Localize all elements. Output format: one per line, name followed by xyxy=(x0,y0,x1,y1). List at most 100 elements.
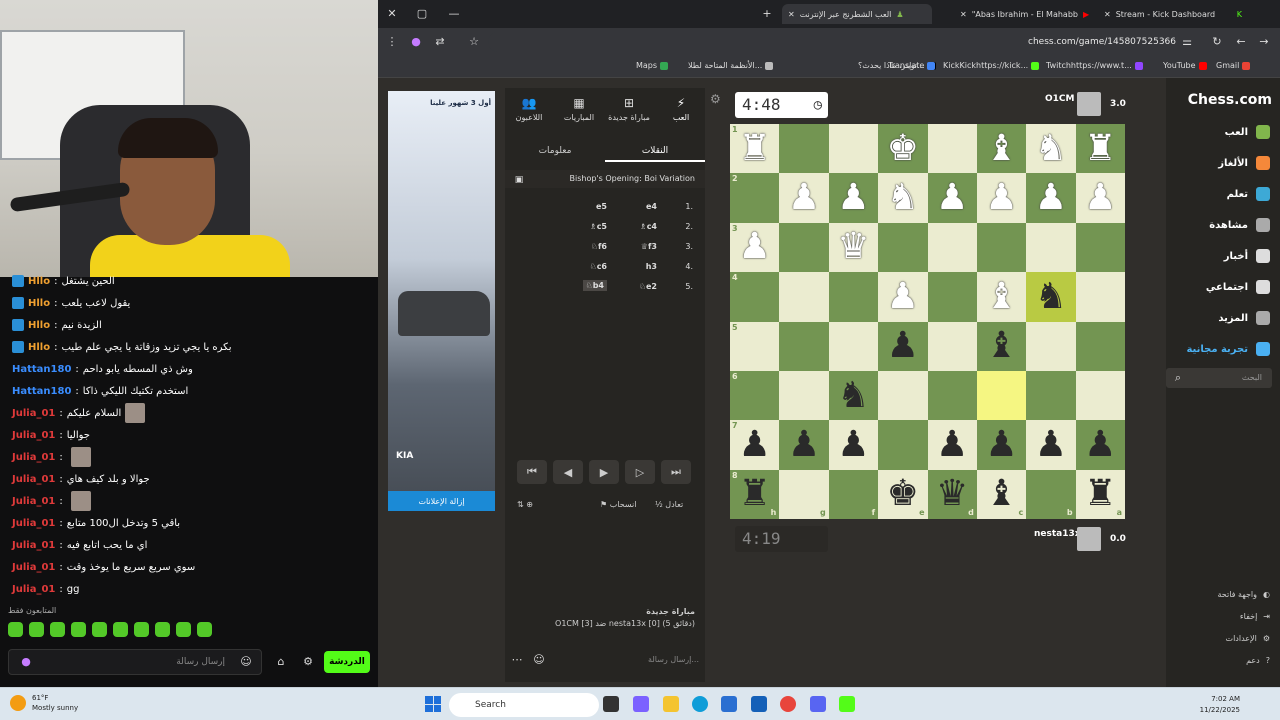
board-square[interactable]: ♞ xyxy=(1026,272,1076,322)
black-knight-icon[interactable]: ♞ xyxy=(837,377,869,414)
more-icon[interactable]: ⋯ xyxy=(511,654,523,666)
next-move-button[interactable]: ▷ xyxy=(625,460,655,484)
edge-icon[interactable] xyxy=(692,696,708,712)
black-pawn-icon[interactable]: ♟ xyxy=(739,426,771,463)
white-rook-icon[interactable]: ♜ xyxy=(739,130,771,167)
white-move[interactable]: e4 xyxy=(646,202,657,211)
board-square[interactable]: ♟ xyxy=(976,173,1027,223)
nav-item[interactable]: المزيد xyxy=(1218,311,1270,325)
board-square[interactable]: ♟ 3 xyxy=(730,222,780,273)
extension-icon[interactable]: ● xyxy=(410,36,422,48)
emoji-icon[interactable]: ☺ xyxy=(240,656,252,668)
white-pawn-icon[interactable]: ♟ xyxy=(788,180,820,216)
board-square[interactable] xyxy=(828,321,879,371)
board-square[interactable]: ♟ 7 xyxy=(730,420,780,470)
board-square[interactable]: ♟ xyxy=(878,272,928,322)
board-square[interactable] xyxy=(976,222,1027,273)
board-square[interactable]: ♚ e xyxy=(878,469,928,519)
share-icon[interactable]: ⇄ xyxy=(434,36,446,48)
white-move[interactable]: ♗c4 xyxy=(640,222,657,231)
board-square[interactable]: 5 xyxy=(730,321,780,371)
chat-username[interactable]: Julia_01 xyxy=(12,452,55,463)
board-square[interactable]: ♟ xyxy=(1075,420,1125,470)
close-icon[interactable]: ✕ xyxy=(386,8,398,20)
board-square[interactable] xyxy=(878,420,928,470)
tab-chess[interactable]: ✕ العب الشطرنج عبر الإنترنت ♟ xyxy=(782,4,932,24)
board-square[interactable]: ♜ 8 h xyxy=(730,469,780,519)
emote-icon[interactable] xyxy=(50,622,65,637)
back-icon[interactable]: ← xyxy=(1235,36,1247,48)
discord-icon[interactable] xyxy=(810,696,826,712)
taskbar-search[interactable]: Search xyxy=(449,693,599,717)
first-move-button[interactable]: ⏮ xyxy=(517,460,547,484)
nav-item[interactable]: الألغاز xyxy=(1218,156,1270,170)
emote-icon[interactable] xyxy=(29,622,44,637)
chat-username[interactable]: Julia_01 xyxy=(12,430,55,441)
chat-username[interactable]: Julia_01 xyxy=(12,408,55,419)
white-bishop-icon[interactable]: ♝ xyxy=(985,130,1017,167)
store-icon[interactable] xyxy=(721,696,737,712)
new-tab-icon[interactable]: + xyxy=(761,8,773,20)
board-square[interactable]: ♞ xyxy=(1026,124,1076,174)
board-square[interactable] xyxy=(779,272,829,322)
draw-button[interactable]: ½ تعادل xyxy=(655,500,683,509)
emote-icon[interactable] xyxy=(197,622,212,637)
resign-button[interactable]: ⚑ انسحاب xyxy=(600,500,636,509)
nav-item[interactable]: تعلم xyxy=(1227,187,1270,201)
board-square[interactable]: ♝ xyxy=(976,272,1027,322)
board-square[interactable] xyxy=(1075,272,1125,322)
board-square[interactable] xyxy=(927,272,977,322)
chat-username[interactable]: Julia_01 xyxy=(12,474,55,485)
board-square[interactable]: ♟ xyxy=(828,173,879,223)
nav-item[interactable]: أخبار xyxy=(1224,249,1270,263)
board-square[interactable]: g xyxy=(779,469,829,519)
bookmark-item[interactable]: Twitchhttps://www.t... xyxy=(1046,61,1143,70)
black-pawn-icon[interactable]: ♟ xyxy=(837,426,869,463)
board-square[interactable] xyxy=(1026,321,1076,371)
emote-icon[interactable] xyxy=(176,622,191,637)
board-square[interactable] xyxy=(927,222,977,273)
bottom-player-name[interactable]: nesta13x xyxy=(1034,529,1081,539)
chat-username[interactable]: Julia_01 xyxy=(12,562,55,573)
maximize-icon[interactable]: ▢ xyxy=(416,8,428,20)
store-icon[interactable]: ⌂ xyxy=(275,656,287,668)
system-clock[interactable]: 7:02 AM 11/22/2025 xyxy=(1200,694,1240,716)
board-square[interactable]: ♟ xyxy=(1026,173,1076,223)
chat-username[interactable]: Hllo xyxy=(28,276,50,287)
board-square[interactable] xyxy=(779,370,829,421)
board-square[interactable]: 2 xyxy=(730,173,780,223)
board-square[interactable]: ♟ xyxy=(1075,173,1125,223)
board-square[interactable] xyxy=(1075,222,1125,273)
black-pawn-icon[interactable]: ♟ xyxy=(788,426,820,463)
bookmark-item[interactable]: KickKickhttps://kick... xyxy=(943,61,1040,70)
black-pawn-icon[interactable]: ♟ xyxy=(887,328,919,364)
white-knight-icon[interactable]: ♞ xyxy=(1035,130,1067,167)
reload-icon[interactable]: ↻ xyxy=(1211,36,1223,48)
black-move[interactable]: e5 xyxy=(596,202,607,211)
chat-username[interactable]: Hllo xyxy=(28,298,50,309)
board-square[interactable] xyxy=(1026,370,1076,421)
forward-icon[interactable]: → xyxy=(1258,36,1270,48)
board-square[interactable]: ♟ xyxy=(1026,420,1076,470)
black-move[interactable]: ♘c6 xyxy=(590,262,607,271)
board-square[interactable]: 4 xyxy=(730,272,780,322)
bookmark-item[interactable]: الأنظمة المتاحة لطلا... xyxy=(688,61,774,70)
board-square[interactable]: ♝ c xyxy=(976,469,1027,519)
windows-start-icon[interactable] xyxy=(425,696,441,712)
chesscom-logo[interactable]: Chess.com xyxy=(1188,92,1272,108)
emote-bar[interactable] xyxy=(8,622,212,637)
board-square[interactable] xyxy=(828,272,879,322)
board-square[interactable]: ♞ xyxy=(878,173,928,223)
board-square[interactable] xyxy=(878,222,928,273)
board-square[interactable]: ♟ xyxy=(878,321,928,371)
emote-icon[interactable] xyxy=(155,622,170,637)
board-square[interactable]: ♜ a xyxy=(1075,469,1125,519)
board-square[interactable] xyxy=(779,321,829,371)
footer-item[interactable]: واجهة فاتحة ◐ xyxy=(1218,590,1270,599)
chat-username[interactable]: Julia_01 xyxy=(12,518,55,529)
black-rook-icon[interactable]: ♜ xyxy=(1084,476,1116,512)
board-square[interactable]: ♟ xyxy=(779,420,829,470)
copilot-icon[interactable] xyxy=(633,696,649,712)
white-knight-icon[interactable]: ♞ xyxy=(887,180,919,216)
minimize-icon[interactable]: — xyxy=(448,8,460,20)
